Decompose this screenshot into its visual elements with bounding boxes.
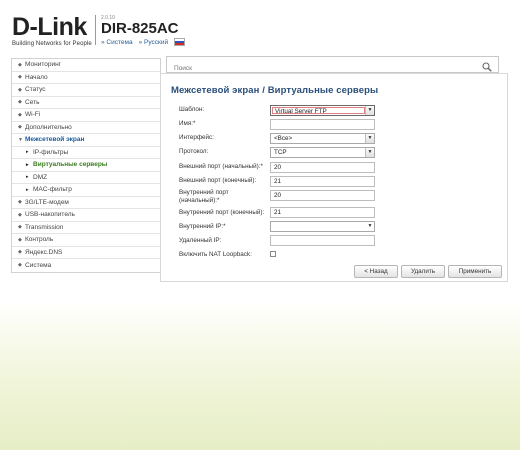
expand-arrow-icon: ◆ — [18, 86, 22, 93]
int-ip-label: Внутренний IP:* — [179, 223, 226, 230]
protocol-value: TCP — [274, 149, 287, 156]
interface-select[interactable]: <Все> ▼ — [270, 133, 375, 144]
sidebar-item-system[interactable]: ◆ Система — [12, 259, 160, 272]
expand-arrow-icon: ◆ — [18, 74, 22, 81]
back-button[interactable]: < Назад — [354, 265, 398, 278]
protocol-select[interactable]: TCP ▼ — [270, 147, 375, 158]
sidebar-item-start[interactable]: ◆ Начало — [12, 72, 160, 84]
model-name: DIR-825AC — [101, 20, 179, 37]
expand-arrow-icon: ◆ — [18, 249, 22, 256]
sidebar-item-dmz[interactable]: ▸ DMZ — [12, 172, 160, 184]
interface-label: Интерфейс: — [179, 134, 214, 141]
sidebar-item-monitoring[interactable]: ◆ Мониторинг — [12, 59, 160, 72]
search-box — [166, 56, 499, 76]
bullet-arrow-icon: ▸ — [26, 161, 29, 168]
sidebar-item-virtual-servers[interactable]: ▸ Виртуальные серверы — [12, 159, 160, 172]
language-link[interactable]: » Русский — [139, 39, 172, 46]
interface-value: <Все> — [274, 135, 293, 142]
apply-button[interactable]: Применить — [448, 265, 502, 278]
template-value: Virtual Server FTP — [272, 107, 365, 115]
bullet-arrow-icon: ▸ — [26, 149, 29, 156]
header-divider — [95, 15, 96, 45]
nat-loopback-checkbox[interactable] — [270, 251, 276, 257]
ext-port-start-label: Внешний порт (начальный):* — [179, 163, 263, 170]
int-port-end-field[interactable]: 21 — [270, 207, 375, 218]
delete-button[interactable]: Удалить — [401, 265, 445, 278]
expand-arrow-icon: ◆ — [18, 211, 22, 218]
sidebar-item-ip-filters[interactable]: ▸ IP-фильтры — [12, 147, 160, 159]
expand-arrow-icon: ◆ — [18, 224, 22, 231]
device-info: 2.0.10 DIR-825AC » Система » Русский — [101, 15, 188, 46]
template-label: Шаблон: — [179, 106, 205, 113]
sidebar-item-wifi[interactable]: ◆ Wi-Fi — [12, 109, 160, 122]
system-link[interactable]: » Система — [101, 39, 136, 46]
nat-loopback-label: Включить NAT Loopback: — [179, 251, 252, 258]
sidebar-item-transmission[interactable]: ◆ Transmission — [12, 222, 160, 234]
logo-tagline: Building Networks for People — [12, 41, 92, 47]
chevron-down-icon: ▼ — [367, 223, 373, 229]
sidebar-item-advanced[interactable]: ◆ Дополнительно — [12, 122, 160, 134]
ext-port-end-field[interactable]: 21 — [270, 176, 375, 187]
expand-arrow-icon: ◆ — [18, 262, 22, 269]
int-port-start-label: Внутренний порт (начальный):* — [179, 189, 229, 204]
expand-arrow-icon: ◆ — [18, 61, 22, 68]
chevron-down-icon: ▼ — [365, 106, 374, 115]
collapse-arrow-icon: ▼ — [18, 136, 23, 143]
expand-arrow-icon: ◆ — [18, 236, 22, 243]
int-port-end-label: Внутренний порт (конечный): — [179, 209, 265, 216]
remote-ip-field[interactable] — [270, 235, 375, 246]
expand-arrow-icon: ◆ — [18, 199, 22, 206]
sidebar-item-firewall[interactable]: ▼ Межсетевой экран — [12, 134, 160, 147]
sidebar-item-mac-filter[interactable]: ▸ MAC-фильтр — [12, 184, 160, 197]
protocol-label: Протокол: — [179, 148, 209, 155]
ext-port-end-label: Внешний порт (конечный): — [179, 177, 257, 184]
template-select[interactable]: Virtual Server FTP ▼ — [270, 105, 375, 116]
chevron-down-icon: ▼ — [365, 134, 374, 143]
name-field[interactable] — [270, 119, 375, 130]
page-title: Межсетевой экран / Виртуальные серверы — [171, 85, 379, 96]
sidebar-item-yandex-dns[interactable]: ◆ Яндекс.DNS — [12, 247, 160, 259]
int-ip-combobox[interactable]: ▼ — [270, 221, 375, 232]
name-label: Имя:* — [179, 120, 196, 127]
bullet-arrow-icon: ▸ — [26, 186, 29, 193]
bullet-arrow-icon: ▸ — [26, 174, 29, 181]
sidebar-item-status[interactable]: ◆ Статус — [12, 84, 160, 97]
remote-ip-label: Удаленный IP: — [179, 237, 222, 244]
sidebar-item-control[interactable]: ◆ Контроль — [12, 234, 160, 247]
logo-text: D-Link — [12, 13, 87, 41]
expand-arrow-icon: ◆ — [18, 99, 22, 106]
sidebar-menu: ◆ Мониторинг ◆ Начало ◆ Статус ◆ Сеть ◆ Wi-Fi… — [11, 58, 161, 273]
ext-port-start-field[interactable]: 20 — [270, 162, 375, 173]
sidebar-item-network[interactable]: ◆ Сеть — [12, 97, 160, 109]
int-port-start-field[interactable]: 20 — [270, 190, 375, 201]
chevron-down-icon: ▼ — [365, 148, 374, 157]
sidebar-item-usb-storage[interactable]: ◆ USB-накопитель — [12, 209, 160, 222]
header-links: » Система » Русский — [101, 38, 188, 46]
sidebar-item-3g-lte[interactable]: ◆ 3G/LTE-модем — [12, 197, 160, 209]
russian-flag-icon — [174, 38, 186, 46]
expand-arrow-icon: ◆ — [18, 124, 22, 131]
expand-arrow-icon: ◆ — [18, 111, 22, 118]
dlink-logo: D-Link Building Networks for People — [12, 13, 92, 48]
